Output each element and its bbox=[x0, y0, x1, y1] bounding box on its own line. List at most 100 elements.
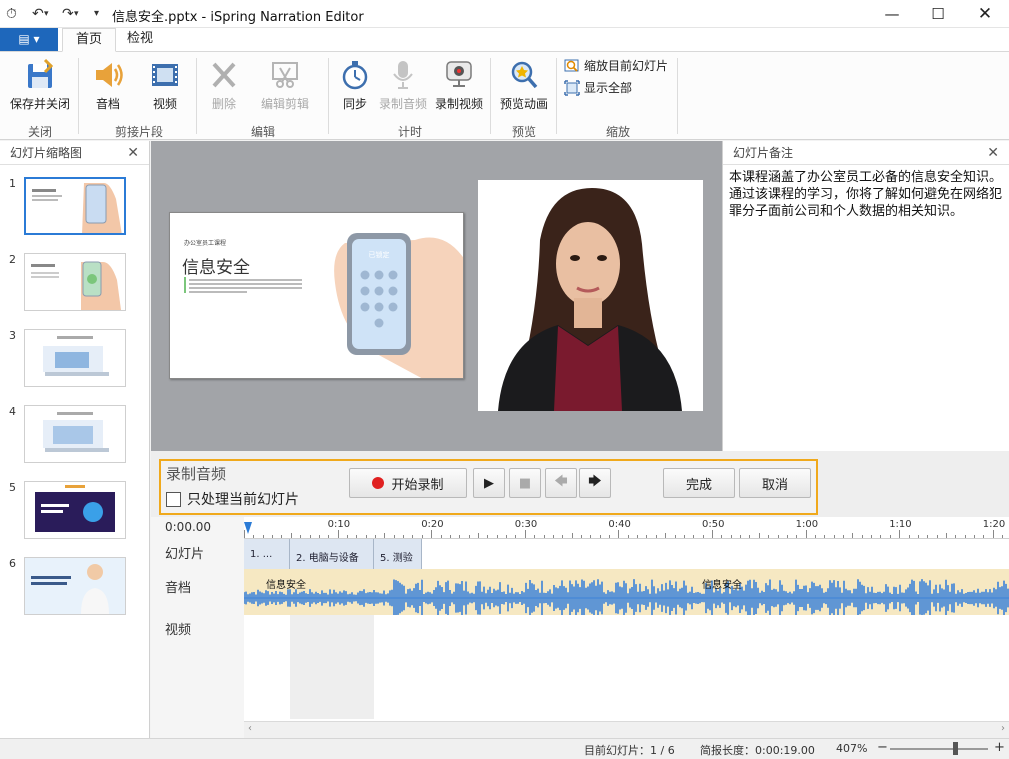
ribbon-divider bbox=[196, 58, 197, 134]
timeline-row-labels: 0:00.00 幻灯片 音档 视频 bbox=[151, 517, 244, 738]
previous-slide-button[interactable]: 🡄 bbox=[545, 468, 577, 498]
play-button[interactable]: ▶ bbox=[473, 468, 505, 498]
scroll-left-icon[interactable]: ‹ bbox=[248, 723, 252, 734]
delete-button[interactable]: 删除 bbox=[206, 58, 242, 112]
slide-number: 4 bbox=[9, 405, 16, 418]
ribbon-divider bbox=[556, 58, 557, 134]
zoom-level: 407% bbox=[836, 742, 868, 755]
show-all-button[interactable]: 显示全部 bbox=[564, 79, 632, 96]
maximize-button[interactable]: ☐ bbox=[915, 0, 961, 28]
ruler-tick bbox=[992, 530, 994, 538]
tab-home[interactable]: 首页 bbox=[62, 28, 117, 52]
edit-clip-button[interactable]: 编辑剪辑 bbox=[256, 58, 314, 112]
redo-dropdown-icon[interactable]: ▾ bbox=[74, 6, 79, 22]
ruler-tick bbox=[506, 535, 508, 538]
zoom-slider-track[interactable] bbox=[890, 748, 988, 750]
audio-label: 音档 bbox=[95, 97, 120, 111]
delete-label: 删除 bbox=[211, 97, 236, 111]
slide-segment[interactable]: 5. 测验 bbox=[374, 539, 422, 569]
slide-thumbnail[interactable]: 3 bbox=[0, 329, 150, 389]
ruler-tick bbox=[356, 535, 358, 538]
app-timer-icon: ⏱ bbox=[6, 6, 17, 22]
ruler-tick-label: 0:20 bbox=[421, 519, 444, 530]
group-preview-label: 预览 bbox=[511, 125, 536, 139]
checkbox-box[interactable] bbox=[166, 491, 181, 507]
microphone-icon bbox=[393, 61, 413, 89]
slide-segment[interactable]: 1. ... bbox=[244, 539, 290, 569]
presenter-video-preview[interactable] bbox=[478, 180, 703, 411]
undo-dropdown-icon[interactable]: ▾ bbox=[44, 6, 49, 22]
arrow-right-icon: 🡆 bbox=[588, 474, 602, 489]
close-notes-panel-icon[interactable]: ✕ bbox=[987, 141, 999, 165]
zoom-current-slide-button[interactable]: 缩放目前幻灯片 bbox=[564, 57, 668, 74]
video-track[interactable] bbox=[244, 615, 1009, 719]
ruler-tick bbox=[290, 533, 292, 538]
only-current-slide-checkbox[interactable]: 只处理当前幻灯片 bbox=[166, 489, 299, 509]
start-recording-label: 开始录制 bbox=[391, 477, 444, 493]
ruler-tick bbox=[955, 535, 957, 538]
playhead-marker[interactable] bbox=[244, 522, 252, 534]
slide-thumbnail[interactable]: 4 bbox=[0, 405, 150, 465]
slide-thumbnail[interactable]: 2 bbox=[0, 253, 150, 313]
notes-text[interactable]: 本课程涵盖了办公室员工必备的信息安全知识。通过该课程的学习，你将了解如何避免在网… bbox=[723, 165, 1009, 224]
ruler-tick bbox=[431, 530, 433, 538]
timeline-horizontal-scrollbar[interactable]: ‹ › bbox=[244, 721, 1009, 738]
next-slide-button[interactable]: 🡆 bbox=[579, 468, 611, 498]
scissors-clip-icon bbox=[272, 62, 298, 88]
ruler-tick bbox=[599, 535, 601, 538]
slide-thumbnail[interactable]: 1 bbox=[0, 177, 150, 237]
quick-access-menu-icon[interactable]: ▾ bbox=[94, 6, 99, 22]
ruler-tick-label: 1:00 bbox=[795, 519, 819, 530]
ruler-tick bbox=[384, 533, 386, 538]
ruler-tick bbox=[534, 535, 536, 538]
ruler-tick bbox=[917, 535, 919, 538]
video-button[interactable]: 视频 bbox=[145, 58, 185, 112]
slide-segment[interactable]: 2. 电脑与设备 bbox=[290, 539, 374, 569]
ruler-tick-label: 0:50 bbox=[702, 519, 725, 530]
slide-canvas[interactable]: 办公室员工课程 信息安全 已锁定 bbox=[169, 212, 464, 379]
ruler-tick bbox=[665, 533, 667, 538]
ruler-tick bbox=[693, 535, 695, 538]
save-close-button[interactable]: 保存并关闭 bbox=[8, 58, 72, 112]
slide-thumbnail-image bbox=[24, 177, 126, 235]
ruler-tick bbox=[730, 535, 732, 538]
preview-animation-label: 预览动画 bbox=[499, 97, 548, 111]
slide-thumbnail[interactable]: 5 bbox=[0, 481, 150, 541]
cancel-label: 取消 bbox=[761, 477, 788, 493]
undo-icon[interactable]: ↶ bbox=[32, 6, 44, 22]
record-audio-button[interactable]: 录制音频 bbox=[376, 58, 430, 112]
minimize-button[interactable]: — bbox=[869, 0, 915, 28]
stop-button[interactable]: ■ bbox=[509, 468, 541, 498]
ruler-tick bbox=[655, 535, 657, 538]
ruler-tick bbox=[899, 530, 901, 538]
slide-number: 6 bbox=[9, 557, 16, 570]
ruler-tick bbox=[777, 535, 779, 538]
slide-thumbnail[interactable]: 6 bbox=[0, 557, 150, 617]
zoom-out-button[interactable]: − bbox=[877, 740, 888, 755]
ruler-tick bbox=[496, 535, 498, 538]
time-ruler[interactable]: 0:10 0:20 0:30 0:40 0:50 1:00 1:10 1:20 bbox=[244, 517, 1009, 539]
ruler-tick bbox=[946, 533, 947, 538]
sync-button[interactable]: 同步 bbox=[338, 58, 372, 112]
record-audio-toolbar: 录制音频 只处理当前幻灯片 开始录制 ▶ ■ 🡄 🡆 完成 取消 bbox=[159, 459, 818, 515]
audio-button[interactable]: 音档 bbox=[88, 58, 128, 112]
file-menu-button[interactable]: ▤ ▾ bbox=[0, 28, 58, 51]
ruler-tick bbox=[936, 535, 938, 538]
delete-x-icon bbox=[212, 62, 236, 88]
slide-thumbnail-image bbox=[24, 405, 126, 463]
redo-icon[interactable]: ↷ bbox=[62, 6, 74, 22]
close-slide-panel-icon[interactable]: ✕ bbox=[127, 141, 139, 165]
done-button[interactable]: 完成 bbox=[663, 468, 735, 498]
scroll-right-icon[interactable]: › bbox=[1001, 723, 1005, 734]
close-window-button[interactable]: ✕ bbox=[962, 0, 1008, 28]
tab-review[interactable]: 检视 bbox=[114, 28, 166, 52]
cancel-button[interactable]: 取消 bbox=[739, 468, 811, 498]
audio-track[interactable]: 信息安全 信息安全 bbox=[244, 569, 1009, 615]
preview-animation-button[interactable]: 预览动画 bbox=[496, 58, 552, 112]
zoom-slider-thumb[interactable] bbox=[953, 742, 958, 755]
current-time-readout: 0:00.00 bbox=[165, 520, 212, 534]
record-video-button[interactable]: 录制视频 bbox=[432, 58, 486, 112]
start-recording-button[interactable]: 开始录制 bbox=[349, 468, 467, 498]
record-dot-icon bbox=[372, 477, 385, 489]
zoom-in-button[interactable]: + bbox=[994, 740, 1005, 755]
